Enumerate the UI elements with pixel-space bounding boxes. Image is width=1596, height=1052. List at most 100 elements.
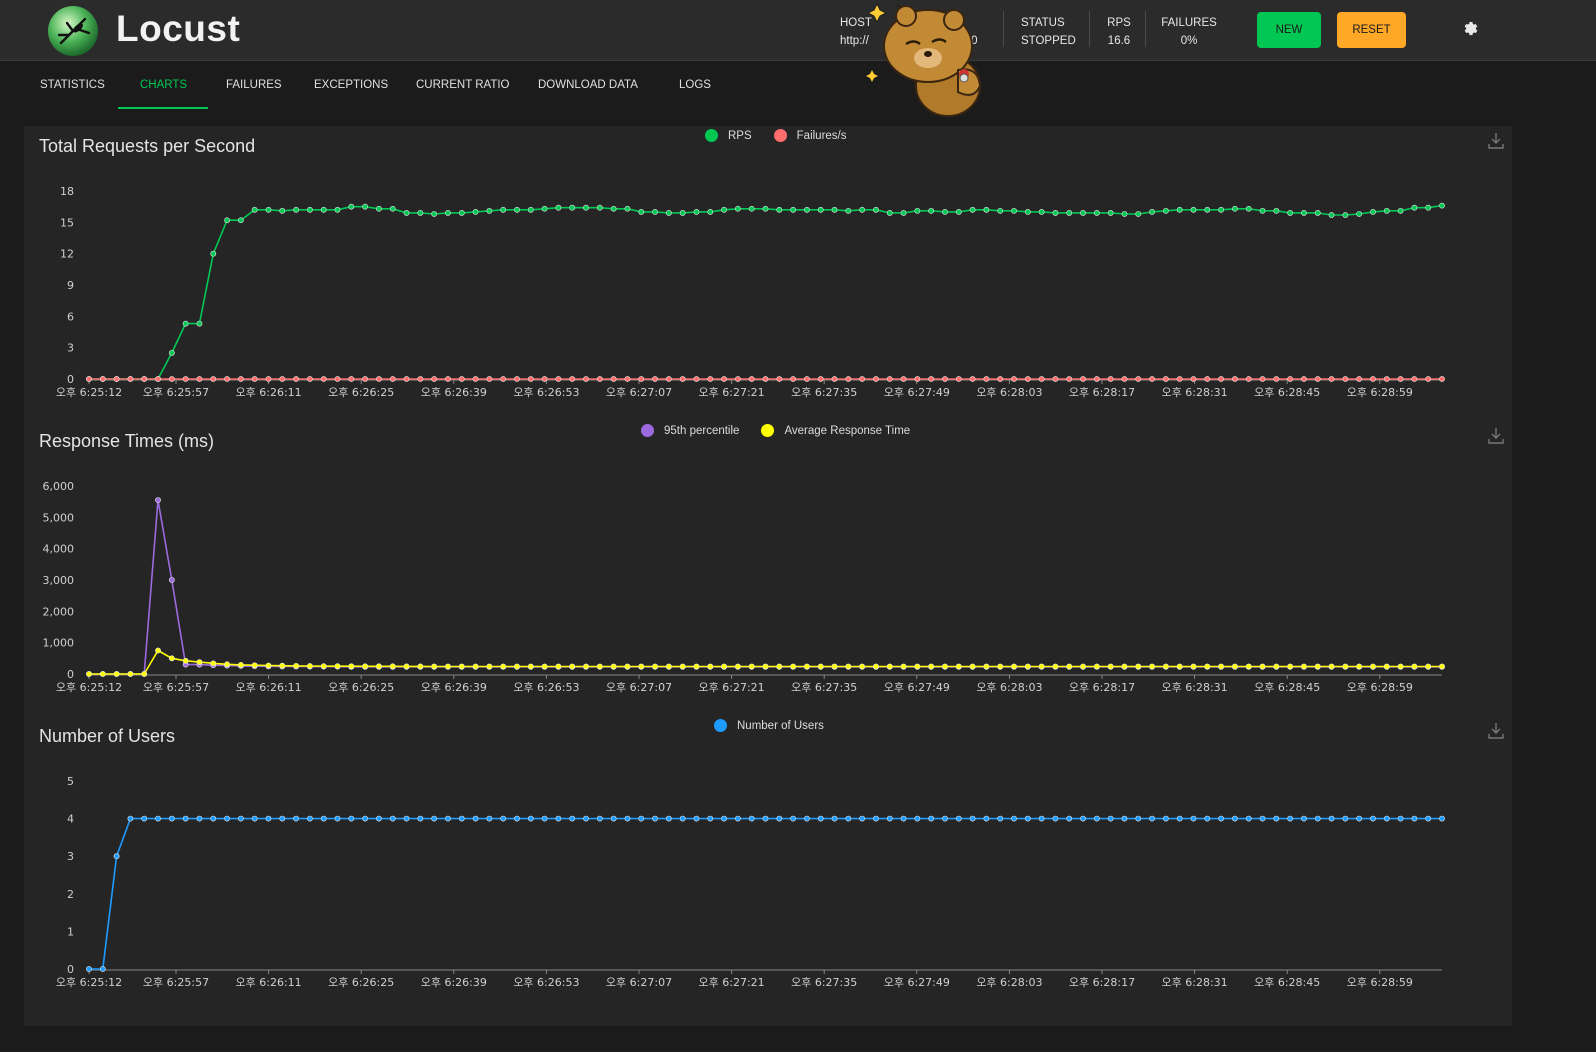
legend-item-users[interactable]: Number of Users bbox=[714, 719, 824, 732]
data-point-avg bbox=[1370, 663, 1376, 670]
data-point-users bbox=[652, 815, 658, 822]
data-point-failures bbox=[541, 376, 548, 382]
data-point-rps bbox=[610, 205, 617, 212]
data-point-avg bbox=[1204, 663, 1211, 670]
data-point-failures bbox=[127, 376, 134, 382]
data-point-avg bbox=[707, 663, 714, 670]
data-point-avg bbox=[320, 663, 327, 670]
tab-exceptions[interactable]: EXCEPTIONS bbox=[314, 61, 388, 110]
data-point-users bbox=[804, 815, 810, 822]
data-point-users bbox=[955, 815, 962, 822]
data-point-rps bbox=[458, 210, 465, 216]
legend-item-rps[interactable]: RPS bbox=[705, 129, 752, 142]
x-tick-label: 오후 6:28:03 bbox=[976, 681, 1042, 694]
data-point-rps bbox=[707, 208, 714, 215]
data-point-users bbox=[348, 815, 355, 822]
data-point-failures bbox=[389, 376, 396, 382]
brand-title: Locust bbox=[116, 8, 241, 49]
legend-dot-failures bbox=[773, 129, 787, 142]
data-point-failures bbox=[1093, 376, 1100, 382]
download-chart-icon[interactable] bbox=[1488, 132, 1504, 150]
data-point-rps bbox=[624, 205, 631, 212]
y-tick-label: 9 bbox=[67, 279, 74, 292]
data-point-failures bbox=[155, 376, 161, 382]
data-point-avg bbox=[652, 663, 658, 670]
data-point-users bbox=[583, 815, 589, 822]
data-point-avg bbox=[569, 663, 576, 670]
data-point-avg bbox=[1038, 663, 1045, 670]
data-point-failures bbox=[403, 376, 410, 382]
active-tab-indicator bbox=[118, 107, 208, 109]
data-point-users bbox=[514, 815, 520, 822]
tab-current-ratio[interactable]: CURRENT RATIO bbox=[416, 61, 510, 110]
y-tick-label: 1,000 bbox=[43, 637, 75, 650]
x-tick-label: 오후 6:26:53 bbox=[513, 976, 579, 989]
data-point-avg bbox=[734, 663, 741, 670]
data-point-failures bbox=[1314, 376, 1321, 382]
download-chart-icon[interactable] bbox=[1488, 722, 1504, 740]
data-point-failures bbox=[914, 376, 921, 382]
data-point-rps bbox=[1232, 205, 1238, 212]
tab-logs[interactable]: LOGS bbox=[679, 61, 711, 110]
data-point-users bbox=[251, 815, 258, 822]
new-test-button[interactable]: NEW bbox=[1257, 12, 1321, 48]
data-point-rps bbox=[1066, 210, 1073, 216]
failures-label: FAILURES bbox=[1161, 17, 1217, 29]
data-point-failures bbox=[1301, 376, 1307, 382]
x-tick-label: 오후 6:26:39 bbox=[421, 976, 487, 989]
data-point-users bbox=[1259, 815, 1266, 822]
tab-charts[interactable]: CHARTS bbox=[140, 61, 187, 110]
data-point-avg bbox=[362, 663, 369, 670]
tab-download-data[interactable]: DOWNLOAD DATA bbox=[538, 61, 638, 110]
data-point-failures bbox=[1287, 376, 1294, 382]
data-point-avg bbox=[293, 662, 299, 669]
reset-button[interactable]: RESET bbox=[1337, 12, 1406, 48]
x-tick-label: 오후 6:28:59 bbox=[1347, 681, 1413, 694]
chart-legend-users: Number of Users bbox=[714, 719, 846, 732]
data-point-failures bbox=[1218, 376, 1225, 382]
data-point-failures bbox=[969, 376, 976, 382]
legend-item-p95[interactable]: 95th percentile bbox=[641, 424, 739, 437]
data-point-users bbox=[665, 815, 672, 822]
data-point-users bbox=[486, 815, 493, 822]
data-point-users bbox=[831, 815, 838, 822]
status-value: STOPPED bbox=[1021, 35, 1076, 47]
data-point-users bbox=[265, 815, 272, 822]
rps-value: 16.6 bbox=[1107, 35, 1131, 47]
data-point-users bbox=[1301, 815, 1307, 822]
data-point-users bbox=[224, 815, 230, 822]
data-point-failures bbox=[1052, 376, 1059, 382]
tab-failures[interactable]: FAILURES bbox=[226, 61, 282, 110]
download-chart-icon[interactable] bbox=[1488, 427, 1504, 445]
rps-line-chart: 0 3 6 9 12 15 18 오후 6:25:12 오후 6:25:57 오후 6:26:11… bbox=[56, 185, 1445, 399]
data-point-avg bbox=[859, 663, 866, 670]
data-point-failures bbox=[417, 376, 424, 382]
data-point-avg bbox=[1162, 663, 1169, 670]
data-point-failures bbox=[1370, 376, 1376, 382]
data-point-users bbox=[1370, 815, 1376, 822]
data-point-users bbox=[817, 815, 824, 822]
tab-statistics[interactable]: STATISTICS bbox=[40, 61, 105, 110]
data-point-rps bbox=[652, 208, 658, 215]
legend-item-avg[interactable]: Average Response Time bbox=[761, 424, 910, 437]
data-point-avg bbox=[997, 663, 1004, 670]
data-point-failures bbox=[693, 376, 700, 382]
data-point-rps bbox=[237, 217, 244, 224]
x-tick-label: 오후 6:28:59 bbox=[1347, 976, 1413, 989]
data-point-users bbox=[1314, 815, 1321, 822]
data-point-users bbox=[334, 815, 341, 822]
data-point-rps bbox=[1328, 212, 1335, 218]
data-point-users bbox=[1383, 815, 1390, 822]
data-point-users bbox=[376, 815, 382, 822]
data-point-users bbox=[320, 815, 327, 822]
y-tick-label: 4 bbox=[67, 813, 74, 826]
data-point-users bbox=[997, 815, 1004, 822]
data-point-users bbox=[914, 815, 921, 822]
data-point-p95 bbox=[168, 577, 175, 583]
series-line-avg bbox=[89, 649, 1442, 675]
data-point-users bbox=[1342, 815, 1349, 822]
data-point-failures bbox=[1383, 376, 1390, 382]
legend-item-failures[interactable]: Failures/s bbox=[773, 129, 847, 142]
settings-gear-icon[interactable] bbox=[1462, 20, 1480, 38]
data-point-failures bbox=[141, 376, 148, 382]
